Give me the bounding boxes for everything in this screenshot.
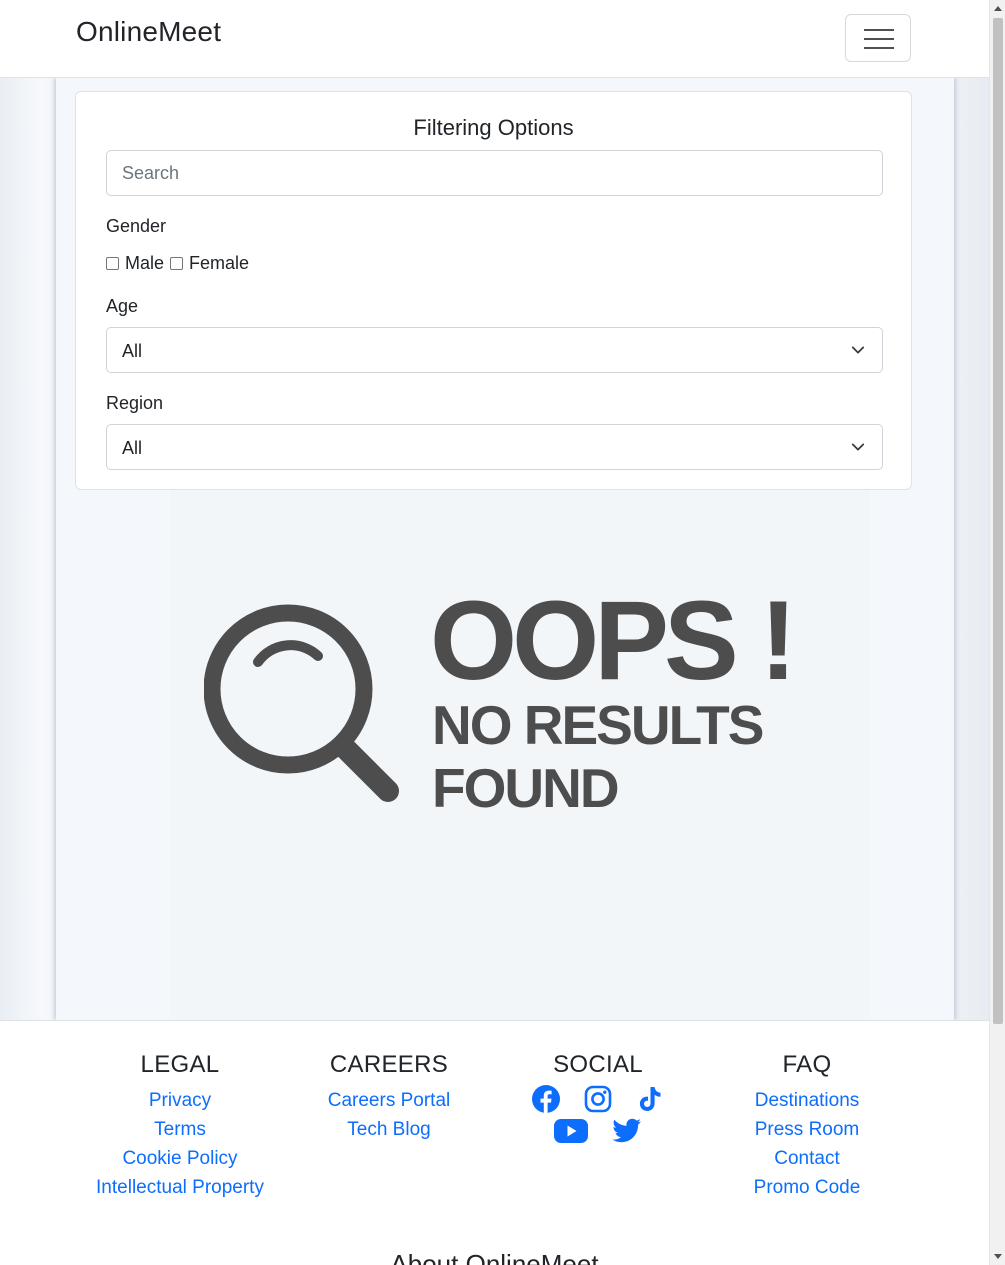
tiktok-icon[interactable] (636, 1085, 664, 1118)
male-label: Male (125, 252, 165, 273)
scrollbar-thumb[interactable] (993, 18, 1003, 1024)
footer-careers-title: CAREERS (329, 1051, 449, 1078)
careers-portal-link[interactable]: Careers Portal (279, 1086, 499, 1115)
footer-social-column: SOCIAL (488, 1051, 708, 1148)
about-heading: About OnlineMeet (390, 1249, 599, 1265)
social-row-2 (488, 1118, 708, 1148)
female-label: Female (189, 252, 250, 273)
terms-link[interactable]: Terms (70, 1115, 290, 1144)
region-select[interactable]: All (106, 424, 883, 470)
oops-headline: OOPS ! (430, 578, 797, 703)
navbar: OnlineMeet (0, 0, 989, 78)
footer: LEGAL Privacy Terms Cookie Policy Intell… (0, 1020, 989, 1265)
scroll-up-arrow-icon[interactable] (994, 6, 1002, 11)
tech-blog-link[interactable]: Tech Blog (279, 1115, 499, 1144)
brand-logo[interactable]: OnlineMeet (76, 16, 221, 48)
footer-legal-title: LEGAL (140, 1051, 220, 1078)
scroll-down-arrow-icon[interactable] (994, 1254, 1002, 1259)
region-select-value: All (122, 438, 143, 458)
contact-link[interactable]: Contact (697, 1144, 917, 1173)
youtube-icon[interactable] (554, 1118, 588, 1149)
promo-code-link[interactable]: Promo Code (697, 1173, 917, 1202)
age-label: Age (106, 296, 139, 316)
instagram-icon[interactable] (584, 1085, 612, 1118)
press-room-link[interactable]: Press Room (697, 1115, 917, 1144)
chevron-down-icon (851, 343, 865, 362)
intellectual-property-link[interactable]: Intellectual Property (70, 1173, 290, 1202)
filter-card: Filtering Options Gender Male Female Age… (75, 91, 912, 490)
footer-faq-column: FAQ Destinations Press Room Contact Prom… (697, 1051, 917, 1202)
footer-careers-column: CAREERS Careers Portal Tech Blog (279, 1051, 499, 1144)
gender-label: Gender (106, 216, 167, 236)
search-input[interactable] (106, 150, 883, 196)
twitter-icon[interactable] (612, 1118, 642, 1149)
age-select[interactable]: All (106, 327, 883, 373)
social-row-1 (488, 1084, 708, 1118)
female-checkbox[interactable] (170, 256, 184, 270)
male-checkbox[interactable] (106, 256, 119, 270)
footer-faq-title: FAQ (782, 1051, 832, 1078)
age-select-value: All (122, 341, 143, 361)
footer-legal-column: LEGAL Privacy Terms Cookie Policy Intell… (70, 1051, 290, 1202)
footer-social-title: SOCIAL (553, 1051, 643, 1078)
destinations-link[interactable]: Destinations (697, 1086, 917, 1115)
region-label: Region (106, 393, 164, 413)
privacy-link[interactable]: Privacy (70, 1086, 290, 1115)
menu-toggle-button[interactable] (845, 14, 911, 62)
no-results-line1: NO RESULTS (432, 694, 764, 756)
cookie-policy-link[interactable]: Cookie Policy (70, 1144, 290, 1173)
facebook-icon[interactable] (532, 1084, 560, 1118)
no-results-line2: FOUND (432, 757, 620, 819)
gender-options: Male Female (106, 252, 255, 274)
filter-title: Filtering Options (413, 115, 574, 140)
page: OnlineMeet Filtering Options Gender Male… (0, 0, 989, 1265)
chevron-down-icon (851, 440, 865, 459)
magnifier-icon (203, 604, 404, 809)
vertical-scrollbar[interactable] (989, 0, 1005, 1265)
